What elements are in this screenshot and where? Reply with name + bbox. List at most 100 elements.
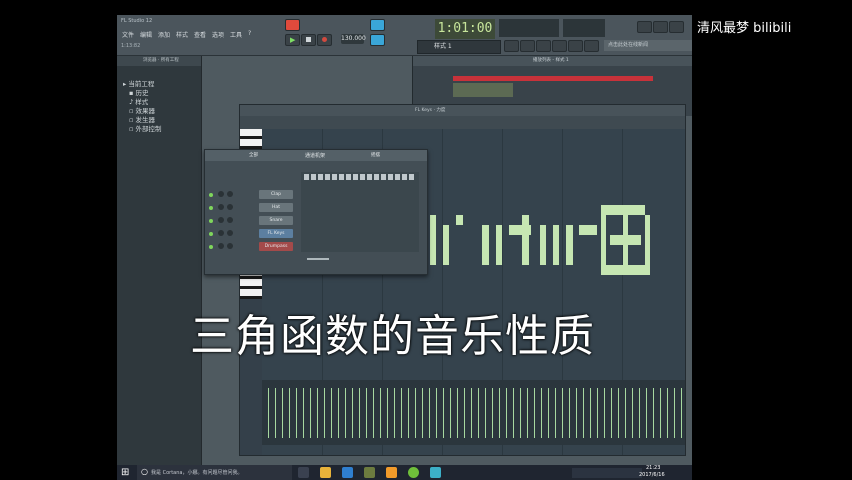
note-block[interactable] xyxy=(566,225,573,265)
info-icon[interactable] xyxy=(653,21,668,33)
velocity-bar[interactable] xyxy=(534,388,535,438)
channel-button-drumpass[interactable]: Drumpass xyxy=(259,242,293,251)
playlist-button[interactable] xyxy=(504,40,519,52)
velocity-bar[interactable] xyxy=(275,388,276,438)
step-button[interactable] xyxy=(318,174,323,180)
velocity-bar[interactable] xyxy=(352,388,353,438)
step-record-button[interactable] xyxy=(370,34,385,46)
velocity-bar[interactable] xyxy=(632,388,633,438)
note-block[interactable] xyxy=(601,205,646,215)
note-block[interactable] xyxy=(601,265,650,275)
windows-start-icon[interactable]: ⊞ xyxy=(121,467,129,478)
settings-icon[interactable] xyxy=(637,21,652,33)
mute-led[interactable] xyxy=(209,232,213,236)
pattern-selector[interactable]: 样式 1 xyxy=(417,40,501,54)
menu-add[interactable]: 添加 xyxy=(158,30,170,39)
volume-knob[interactable] xyxy=(227,191,233,197)
online-news-bar[interactable]: 点击此处在线新闻 xyxy=(604,40,692,51)
mixer-button[interactable] xyxy=(552,40,567,52)
channel-button-hat[interactable]: Hat xyxy=(259,203,293,212)
step-sequencer-area[interactable] xyxy=(301,172,419,252)
cortana-search-box[interactable]: ○ 我是 Cortana，小娜。有问题尽管问我。 xyxy=(137,465,292,480)
velocity-bar[interactable] xyxy=(359,388,360,438)
velocity-bar[interactable] xyxy=(478,388,479,438)
velocity-bar[interactable] xyxy=(527,388,528,438)
mute-led[interactable] xyxy=(209,193,213,197)
volume-knob[interactable] xyxy=(227,217,233,223)
volume-knob[interactable] xyxy=(227,230,233,236)
note-block[interactable] xyxy=(601,215,606,265)
mute-led[interactable] xyxy=(209,245,213,249)
step-button[interactable] xyxy=(395,174,400,180)
step-button[interactable] xyxy=(325,174,330,180)
velocity-bar[interactable] xyxy=(296,388,297,438)
velocity-bar[interactable] xyxy=(408,388,409,438)
step-button[interactable] xyxy=(367,174,372,180)
velocity-bar[interactable] xyxy=(639,388,640,438)
velocity-bar[interactable] xyxy=(520,388,521,438)
velocity-bar[interactable] xyxy=(583,388,584,438)
close-icon[interactable] xyxy=(669,21,684,33)
step-button[interactable] xyxy=(402,174,407,180)
clock-time[interactable]: 21:23 xyxy=(646,465,660,471)
velocity-bar[interactable] xyxy=(387,388,388,438)
pan-knob[interactable] xyxy=(218,243,224,249)
velocity-bar[interactable] xyxy=(499,388,500,438)
velocity-bar[interactable] xyxy=(324,388,325,438)
velocity-bar[interactable] xyxy=(653,388,654,438)
app-icon[interactable] xyxy=(364,467,375,478)
note-block[interactable] xyxy=(456,215,463,225)
velocity-bar[interactable] xyxy=(513,388,514,438)
step-button[interactable] xyxy=(311,174,316,180)
step-button[interactable] xyxy=(353,174,358,180)
velocity-bar[interactable] xyxy=(660,388,661,438)
channel-row[interactable]: FL Keys xyxy=(209,229,295,239)
note-block[interactable] xyxy=(442,225,450,265)
app-icon[interactable] xyxy=(430,467,441,478)
step-button[interactable] xyxy=(388,174,393,180)
velocity-bar[interactable] xyxy=(457,388,458,438)
play-button[interactable]: ▶ xyxy=(285,34,300,46)
system-tray[interactable] xyxy=(572,468,642,478)
velocity-bar[interactable] xyxy=(576,388,577,438)
velocity-bar[interactable] xyxy=(422,388,423,438)
velocity-bar[interactable] xyxy=(555,388,556,438)
velocity-bar[interactable] xyxy=(597,388,598,438)
volume-knob[interactable] xyxy=(227,243,233,249)
browser-button[interactable] xyxy=(568,40,583,52)
velocity-bar[interactable] xyxy=(380,388,381,438)
note-block[interactable] xyxy=(579,225,597,235)
note-block[interactable] xyxy=(522,215,529,265)
pan-knob[interactable] xyxy=(218,230,224,236)
note-block[interactable] xyxy=(429,215,437,265)
velocity-bar[interactable] xyxy=(485,388,486,438)
metronome-button[interactable] xyxy=(370,19,385,31)
browser-item-remote-control[interactable]: ▫ 外部控制 xyxy=(129,123,161,133)
velocity-bar[interactable] xyxy=(366,388,367,438)
piano-roll-timeline[interactable] xyxy=(240,116,685,129)
velocity-bar[interactable] xyxy=(317,388,318,438)
channel-row[interactable]: Drumpass xyxy=(209,242,295,252)
velocity-bar[interactable] xyxy=(604,388,605,438)
velocity-bar[interactable] xyxy=(506,388,507,438)
velocity-bar[interactable] xyxy=(492,388,493,438)
edge-icon[interactable] xyxy=(342,467,353,478)
pan-knob[interactable] xyxy=(218,204,224,210)
mute-led[interactable] xyxy=(209,206,213,210)
pan-knob[interactable] xyxy=(218,217,224,223)
menu-view[interactable]: 查看 xyxy=(194,30,206,39)
velocity-bar[interactable] xyxy=(401,388,402,438)
channel-row[interactable]: Clap xyxy=(209,190,295,200)
app-icon[interactable] xyxy=(408,467,419,478)
velocity-bar[interactable] xyxy=(667,388,668,438)
velocity-bar[interactable] xyxy=(443,388,444,438)
file-explorer-icon[interactable] xyxy=(320,467,331,478)
playlist-clip[interactable] xyxy=(453,83,513,97)
menu-options[interactable]: 选项 xyxy=(212,30,224,39)
velocity-bar[interactable] xyxy=(331,388,332,438)
add-channel-button[interactable] xyxy=(307,258,329,260)
velocity-bar[interactable] xyxy=(394,388,395,438)
note-block[interactable] xyxy=(645,215,650,265)
velocity-bar[interactable] xyxy=(464,388,465,438)
channel-row[interactable]: Hat xyxy=(209,203,295,213)
